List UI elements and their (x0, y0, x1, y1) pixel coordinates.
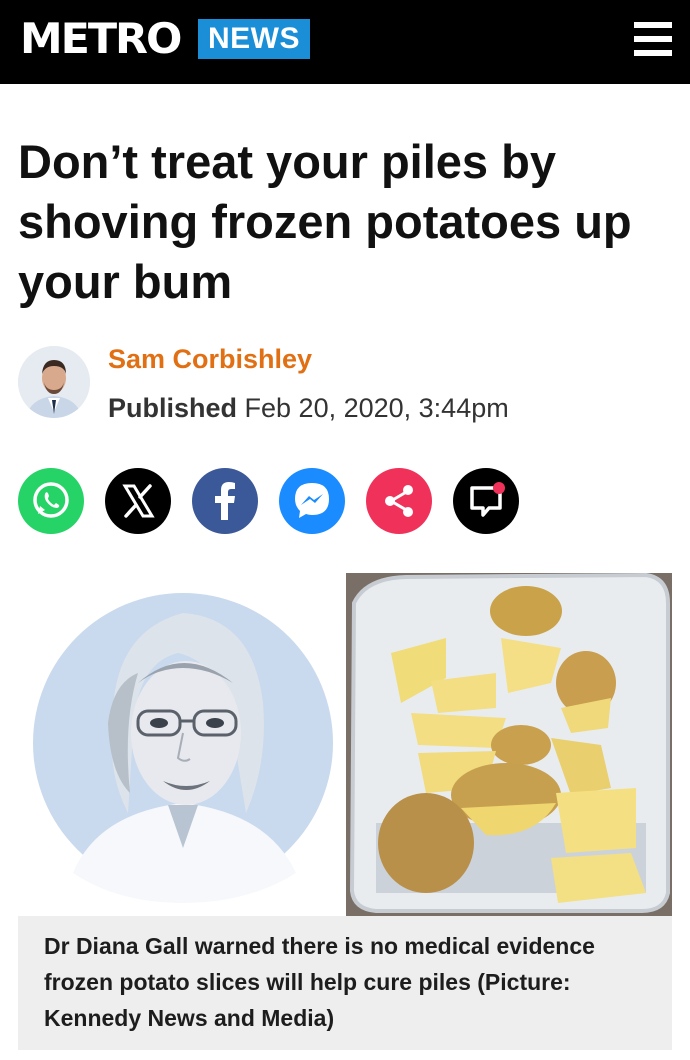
publish-info: Published Feb 20, 2020, 3:44pm (108, 393, 509, 424)
share-facebook-button[interactable] (192, 468, 258, 534)
x-icon (122, 484, 155, 518)
doctor-portrait-image (18, 573, 344, 916)
top-bar: METRO NEWS (0, 0, 690, 84)
article-headline: Don’t treat your piles by shoving frozen… (18, 135, 632, 308)
image-caption: Dr Diana Gall warned there is no medical… (44, 933, 595, 1031)
author-name[interactable]: Sam Corbishley (108, 344, 312, 375)
messenger-icon (295, 483, 329, 518)
comments-button[interactable] (453, 468, 519, 534)
facebook-icon (215, 482, 235, 520)
share-icon (385, 485, 413, 517)
published-label: Published (108, 393, 238, 423)
section-tag-news[interactable]: NEWS (198, 19, 310, 59)
share-x-button[interactable] (105, 468, 171, 534)
share-messenger-button[interactable] (279, 468, 345, 534)
comment-icon (470, 482, 505, 517)
whatsapp-icon (33, 482, 69, 518)
image-caption-box: Dr Diana Gall warned there is no medical… (18, 916, 672, 1050)
share-generic-button[interactable] (366, 468, 432, 534)
hamburger-menu-icon[interactable] (634, 20, 672, 58)
metro-logo[interactable]: METRO (20, 14, 182, 63)
published-date: Feb 20, 2020, 3:44pm (244, 393, 509, 423)
share-whatsapp-button[interactable] (18, 468, 84, 534)
potato-slices-image (346, 573, 672, 916)
author-avatar[interactable] (18, 346, 90, 418)
